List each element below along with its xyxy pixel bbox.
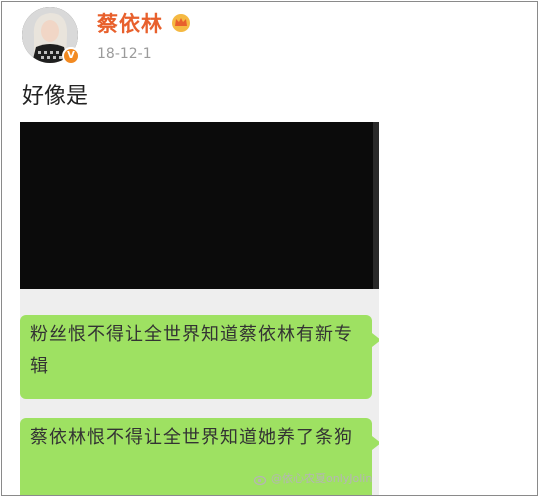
chat-screenshot: 粉丝恨不得让全世界知道蔡依林有新专辑 蔡依林恨不得让全世界知道她养了条狗 [20,289,379,495]
post-text: 好像是 [22,84,89,109]
image-edge [373,122,379,289]
crown-icon [170,13,192,33]
weibo-post-card: V 蔡依林 18-12-1 好像是 粉丝恨不得让全世界知道蔡依林有新专辑 蔡依林… [1,1,538,496]
watermark: @依心农夏onlyJolin [254,472,372,486]
image-blacked-region [20,122,379,289]
post-date: 18-12-1 [97,46,152,62]
author-name[interactable]: 蔡依林 [97,11,163,37]
chat-bubble: 粉丝恨不得让全世界知道蔡依林有新专辑 [20,315,379,399]
watermark-text: @依心农夏onlyJolin [271,472,373,485]
verified-badge: V [62,47,80,65]
weibo-logo-icon [254,475,267,485]
post-image[interactable]: 粉丝恨不得让全世界知道蔡依林有新专辑 蔡依林恨不得让全世界知道她养了条狗 [20,122,379,495]
